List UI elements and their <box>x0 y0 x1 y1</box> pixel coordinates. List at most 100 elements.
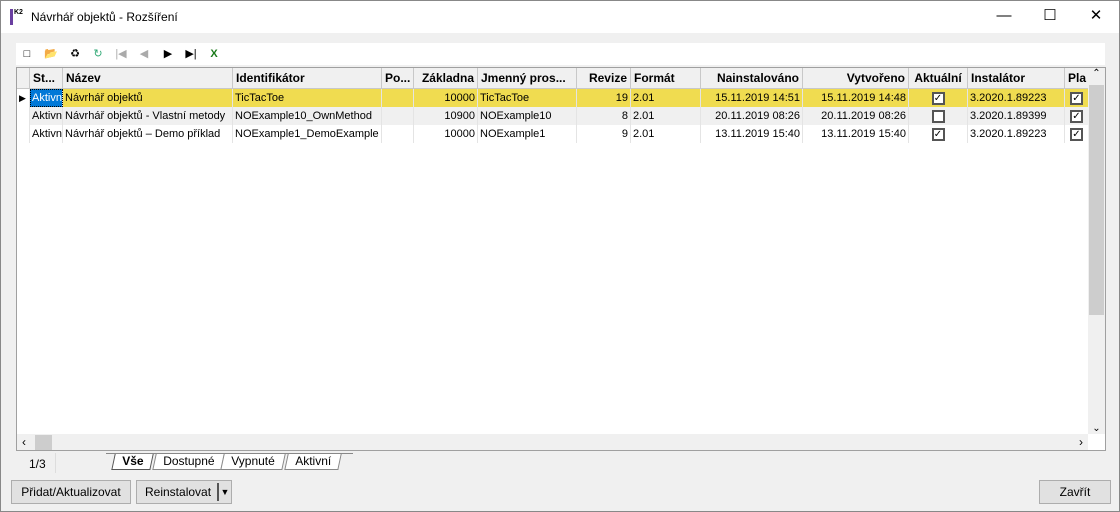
cell-current[interactable]: ✓ <box>909 125 968 143</box>
cell-po <box>382 89 414 107</box>
cell-format: 2.01 <box>631 125 701 143</box>
scroll-down-icon[interactable]: ⌄ <box>1088 423 1105 434</box>
column-header-created[interactable]: Vytvořeno <box>803 68 909 89</box>
cell-installer: 3.2020.1.89399 <box>968 107 1065 125</box>
tab-label: Vypnuté <box>231 454 275 468</box>
cell-installed: 20.11.2019 08:26 <box>701 107 803 125</box>
next-icon[interactable]: ▶ <box>160 46 176 62</box>
window-title: Návrhář objektů - Rozšíření <box>31 10 178 24</box>
column-header-po[interactable]: Po... <box>382 68 414 89</box>
app-icon: K2 <box>10 9 26 25</box>
column-header-status[interactable]: St... <box>30 68 63 89</box>
new-icon[interactable]: □ <box>19 46 35 62</box>
record-count: 1/3 <box>29 457 46 471</box>
prev-icon[interactable]: ◀ <box>136 46 152 62</box>
row-indicator <box>17 107 30 125</box>
minimize-button[interactable]: — <box>981 1 1027 33</box>
vertical-scroll-thumb[interactable] <box>1089 85 1104 315</box>
cell-created: 15.11.2019 14:48 <box>803 89 909 107</box>
checkbox-unchecked[interactable] <box>931 109 945 123</box>
cell-revision: 19 <box>577 89 631 107</box>
tab-dostupne[interactable]: Dostupné <box>152 454 226 470</box>
vertical-scrollbar[interactable]: ⌃ ⌄ <box>1088 68 1105 434</box>
reinstall-button[interactable]: Reinstalovat ▼ <box>136 480 232 504</box>
tab-label: Dostupné <box>163 454 215 468</box>
table-row[interactable]: ▶ Aktivn Návrhář objektů TicTacToe 10000 TicT… <box>17 89 1089 107</box>
maximize-button[interactable]: ☐ <box>1027 1 1073 33</box>
row-indicator-header <box>17 68 30 89</box>
cell-identifier: NOExample10_OwnMethod <box>233 107 382 125</box>
cell-installer: 3.2020.1.89223 <box>968 125 1065 143</box>
column-header-revision[interactable]: Revize <box>577 68 631 89</box>
cell-identifier: NOExample1_DemoExample <box>233 125 382 143</box>
tab-vypnute[interactable]: Vypnuté <box>220 454 286 470</box>
horizontal-scrollbar[interactable]: ‹ › <box>17 434 1088 450</box>
cell-status: Aktivn <box>30 107 63 125</box>
column-header-base[interactable]: Základna <box>414 68 478 89</box>
checkbox-checked[interactable]: ✓ <box>931 127 945 141</box>
toolbar: □ 📂 ♻ ↻ |◀ ◀ ▶ ▶| X <box>16 43 1105 65</box>
cell-installed: 15.11.2019 14:51 <box>701 89 803 107</box>
column-header-identifier[interactable]: Identifikátor <box>233 68 382 89</box>
checkbox-checked[interactable]: ✓ <box>1070 91 1083 105</box>
row-indicator <box>17 125 30 143</box>
refresh-icon[interactable]: ↻ <box>90 46 106 62</box>
table-row[interactable]: Aktivn Návrhář objektů - Vlastní metody NO… <box>17 107 1089 125</box>
dropdown-arrow-icon[interactable]: ▼ <box>217 483 231 501</box>
scroll-up-icon[interactable]: ⌃ <box>1088 68 1105 79</box>
cell-format: 2.01 <box>631 89 701 107</box>
cell-current[interactable]: ✓ <box>909 89 968 107</box>
cell-current[interactable] <box>909 107 968 125</box>
cell-namespace: TicTacToe <box>478 89 577 107</box>
last-icon[interactable]: ▶| <box>183 46 199 62</box>
cell-pla[interactable]: ✓ <box>1065 125 1089 143</box>
tab-vse[interactable]: Vše <box>111 454 155 470</box>
cell-revision: 9 <box>577 125 631 143</box>
current-row-indicator-icon: ▶ <box>17 89 30 107</box>
tab-label: Aktivní <box>295 454 332 468</box>
cell-revision: 8 <box>577 107 631 125</box>
column-header-current[interactable]: Aktuální <box>909 68 968 89</box>
cell-created: 20.11.2019 08:26 <box>803 107 909 125</box>
cell-name: Návrhář objektů <box>63 89 233 107</box>
cell-namespace: NOExample10 <box>478 107 577 125</box>
cell-name: Návrhář objektů – Demo příklad <box>63 125 233 143</box>
extensions-grid: St... Název Identifikátor Po... Základna Jmen… <box>16 67 1106 451</box>
cell-namespace: NOExample1 <box>478 125 577 143</box>
checkbox-checked[interactable]: ✓ <box>1070 127 1083 141</box>
close-window-button[interactable]: ✕ <box>1073 1 1119 33</box>
scroll-left-icon[interactable]: ‹ <box>22 435 26 449</box>
scroll-right-icon[interactable]: › <box>1079 435 1083 449</box>
tab-aktivni[interactable]: Aktivní <box>284 454 342 470</box>
checkbox-checked[interactable]: ✓ <box>931 91 945 105</box>
first-icon[interactable]: |◀ <box>113 46 129 62</box>
delete-icon[interactable]: ♻ <box>67 46 83 62</box>
tab-label: Vše <box>122 454 144 468</box>
close-button[interactable]: Zavřít <box>1039 480 1111 504</box>
cell-identifier: TicTacToe <box>233 89 382 107</box>
cell-base: 10000 <box>414 89 478 107</box>
cell-installed: 13.11.2019 15:40 <box>701 125 803 143</box>
cell-pla[interactable]: ✓ <box>1065 89 1089 107</box>
cell-name: Návrhář objektů - Vlastní metody <box>63 107 233 125</box>
cell-pla[interactable]: ✓ <box>1065 107 1089 125</box>
column-header-installer[interactable]: Instalátor <box>968 68 1065 89</box>
add-update-button[interactable]: Přidat/Aktualizovat <box>11 480 131 504</box>
cell-installer: 3.2020.1.89223 <box>968 89 1065 107</box>
checkbox-checked[interactable]: ✓ <box>1070 109 1083 123</box>
column-header-format[interactable]: Formát <box>631 68 701 89</box>
horizontal-scroll-thumb[interactable] <box>35 435 52 450</box>
table-row[interactable]: Aktivn Návrhář objektů – Demo příklad NOEx… <box>17 125 1089 143</box>
excel-export-icon[interactable]: X <box>206 46 222 62</box>
cell-format: 2.01 <box>631 107 701 125</box>
title-bar: K2 Návrhář objektů - Rozšíření — ☐ ✕ <box>1 1 1119 33</box>
divider <box>55 453 56 473</box>
cell-status: Aktivn <box>30 89 63 107</box>
open-folder-icon[interactable]: 📂 <box>43 46 59 62</box>
reinstall-label: Reinstalovat <box>145 485 212 499</box>
column-header-name[interactable]: Název <box>63 68 233 89</box>
column-header-namespace[interactable]: Jmenný pros... <box>478 68 577 89</box>
column-header-pla[interactable]: Pla <box>1065 68 1089 89</box>
cell-status: Aktivn <box>30 125 63 143</box>
column-header-installed[interactable]: Nainstalováno <box>701 68 803 89</box>
